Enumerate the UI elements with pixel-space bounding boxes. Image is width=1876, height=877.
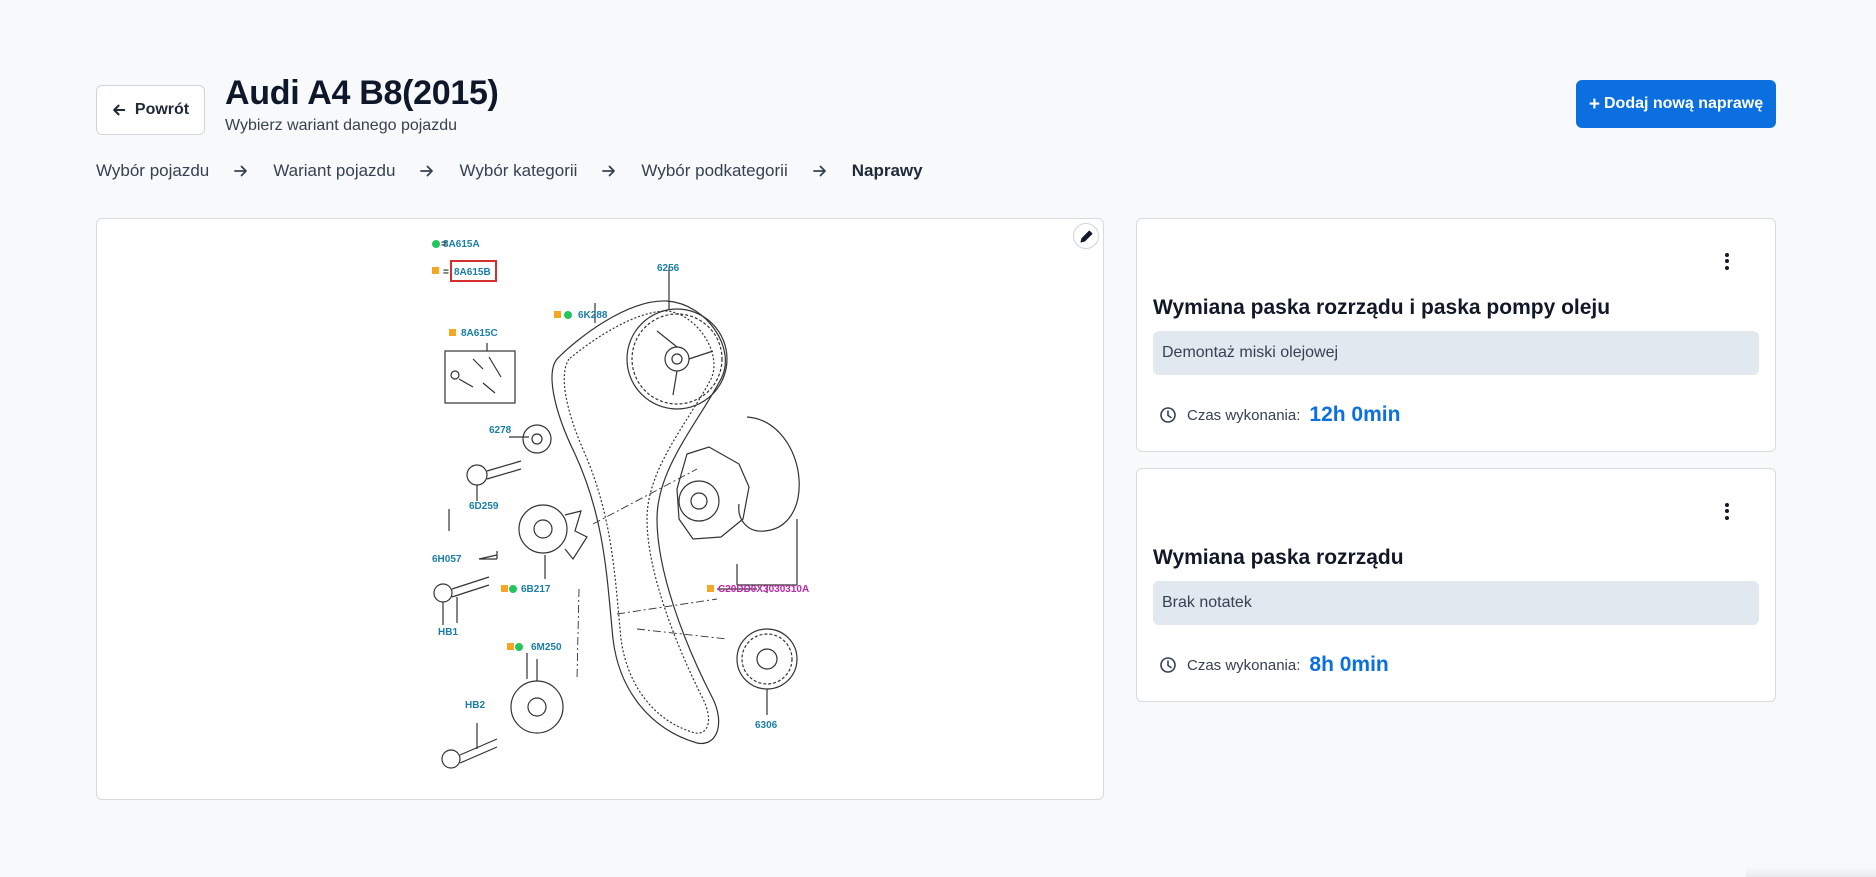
page-title: Audi A4 B8(2015) [225, 74, 499, 112]
back-button[interactable]: Powrót [96, 85, 205, 135]
diagram-card: 8A615A 8A615B 8A615C 6256 6K288 6278 6D2… [96, 218, 1104, 800]
diagram-label-c20dd: C20DD0X3030310A [718, 584, 809, 595]
breadcrumb-item-subcategory[interactable]: Wybór podkategorii [641, 161, 787, 181]
kebab-menu-icon[interactable] [1717, 249, 1737, 273]
corner-shadow [1746, 867, 1876, 877]
diagram-label-6306: 6306 [755, 720, 778, 731]
diagram-label-8a615b: 8A615B [454, 267, 491, 278]
clock-icon [1160, 407, 1176, 423]
diagram-label-hb2: HB2 [465, 700, 485, 711]
svg-text:=: = [441, 239, 447, 250]
page-subtitle: Wybierz wariant danego pojazdu [225, 117, 457, 134]
add-repair-button[interactable]: + Dodaj nową naprawę [1576, 80, 1776, 128]
kebab-menu-icon[interactable] [1717, 499, 1737, 523]
repair-time-value: 12h 0min [1309, 403, 1401, 426]
arrow-right-icon [788, 163, 852, 179]
plus-icon: + [1588, 93, 1600, 115]
diagram-label-6k288: 6K288 [578, 310, 608, 321]
breadcrumb-item-vehicle[interactable]: Wybór pojazdu [96, 161, 209, 181]
repair-time-row: Czas wykonania: 8h 0min [1159, 652, 1389, 678]
repair-title: Wymiana paska rozrządu [1153, 546, 1404, 569]
diagram-label-6b217: 6B217 [521, 584, 551, 595]
breadcrumb-item-repairs: Naprawy [851, 161, 923, 180]
diagram-label-6256: 6256 [657, 263, 680, 274]
diagram-label-8a615a: 8A615A [443, 239, 480, 250]
idler-pulley [510, 680, 564, 734]
repair-time-label: Czas wykonania: [1187, 406, 1301, 424]
repair-card[interactable]: Wymiana paska rozrządu Brak notatek Czas… [1136, 468, 1776, 702]
crank-pulley [736, 628, 798, 690]
repair-time-value: 8h 0min [1309, 653, 1389, 676]
diagram-label-6h057: 6H057 [432, 554, 462, 565]
repair-note: Demontaż miski olejowej [1153, 331, 1759, 375]
repair-title: Wymiana paska rozrządu i paska pompy ole… [1153, 296, 1611, 319]
arrow-right-icon [577, 163, 641, 179]
diagram-label-6m250: 6M250 [531, 642, 562, 653]
repair-time-label: Czas wykonania: [1187, 656, 1301, 674]
diagram-label-6278: 6278 [489, 425, 512, 436]
repair-time-row: Czas wykonania: 12h 0min [1159, 402, 1400, 428]
pencil-icon [1080, 230, 1092, 242]
cam-pulley [626, 308, 728, 410]
water-pump [676, 446, 750, 540]
diagram-label-hb1: HB1 [438, 627, 458, 638]
svg-text:=: = [443, 267, 449, 278]
bolt-set-box [444, 350, 516, 404]
back-button-label: Powrót [134, 101, 190, 118]
arrow-left-icon [113, 104, 126, 116]
repair-note: Brak notatek [1153, 581, 1759, 625]
diagram-label-6d259: 6D259 [469, 501, 499, 512]
breadcrumb-item-variant[interactable]: Wariant pojazdu [273, 161, 395, 181]
diagram-label-8a615c: 8A615C [461, 328, 498, 339]
breadcrumb-item-category[interactable]: Wybór kategorii [459, 161, 577, 181]
breadcrumb: Wybór pojazdu Wariant pojazdu Wybór kate… [96, 160, 923, 182]
arrow-right-icon [395, 163, 459, 179]
timing-belt-diagram: 8A615A 8A615B 8A615C 6256 6K288 6278 6D2… [432, 239, 809, 769]
tensioner [518, 504, 568, 554]
edit-diagram-button[interactable] [1073, 223, 1099, 249]
repair-card[interactable]: Wymiana paska rozrządu i paska pompy ole… [1136, 218, 1776, 452]
arrow-right-icon [209, 163, 273, 179]
clock-icon [1160, 657, 1176, 673]
add-repair-button-label: Dodaj nową naprawę [1603, 95, 1764, 112]
